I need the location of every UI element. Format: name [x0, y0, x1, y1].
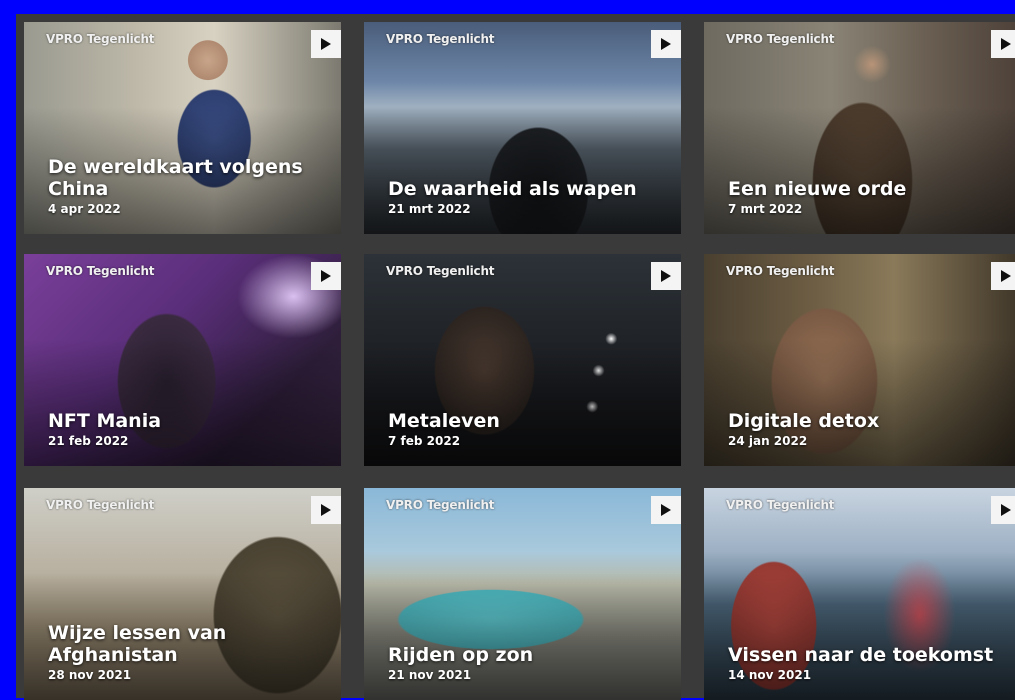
play-button[interactable]: [991, 262, 1015, 290]
video-title: De wereldkaart volgens China: [48, 156, 303, 200]
play-icon: [661, 270, 671, 282]
card-text: De waarheid als wapen 21 mrt 2022: [388, 178, 673, 216]
play-button[interactable]: [651, 30, 681, 58]
card-text: De wereldkaart volgens China 4 apr 2022: [48, 156, 333, 216]
video-title: Metaleven: [388, 410, 500, 432]
brand-label: VPRO Tegenlicht: [46, 498, 155, 512]
video-title: Wijze lessen van Afghanistan: [48, 622, 227, 666]
brand-label: VPRO Tegenlicht: [46, 264, 155, 278]
play-button[interactable]: [991, 30, 1015, 58]
video-date: 21 nov 2021: [388, 668, 472, 682]
video-date: 28 nov 2021: [48, 668, 132, 682]
video-date: 7 mrt 2022: [728, 202, 803, 216]
video-grid-frame: VPRO Tegenlicht De wereldkaart volgens C…: [16, 14, 1015, 700]
play-button[interactable]: [311, 262, 341, 290]
play-icon: [1001, 38, 1011, 50]
play-icon: [661, 504, 671, 516]
brand-label: VPRO Tegenlicht: [46, 32, 155, 46]
video-title: Vissen naar de toekomst: [728, 644, 994, 666]
play-icon: [1001, 270, 1011, 282]
card-text: Vissen naar de toekomst 14 nov 2021: [728, 644, 1013, 682]
play-icon: [321, 270, 331, 282]
play-button[interactable]: [991, 496, 1015, 524]
video-card[interactable]: VPRO Tegenlicht Digitale detox 24 jan 20…: [704, 254, 1015, 466]
brand-label: VPRO Tegenlicht: [386, 498, 495, 512]
play-button[interactable]: [311, 30, 341, 58]
play-button[interactable]: [311, 496, 341, 524]
brand-label: VPRO Tegenlicht: [386, 32, 495, 46]
brand-label: VPRO Tegenlicht: [726, 264, 835, 278]
play-icon: [661, 38, 671, 50]
play-button[interactable]: [651, 262, 681, 290]
video-card[interactable]: VPRO Tegenlicht Een nieuwe orde 7 mrt 20…: [704, 22, 1015, 234]
video-date: 21 feb 2022: [48, 434, 129, 448]
card-text: Een nieuwe orde 7 mrt 2022: [728, 178, 1013, 216]
video-card[interactable]: VPRO Tegenlicht Metaleven 7 feb 2022: [364, 254, 681, 466]
video-title: Rijden op zon: [388, 644, 534, 666]
play-icon: [1001, 504, 1011, 516]
video-card[interactable]: VPRO Tegenlicht Vissen naar de toekomst …: [704, 488, 1015, 700]
video-card[interactable]: VPRO Tegenlicht De waarheid als wapen 21…: [364, 22, 681, 234]
video-title: Digitale detox: [728, 410, 880, 432]
card-text: NFT Mania 21 feb 2022: [48, 410, 333, 448]
video-card[interactable]: VPRO Tegenlicht De wereldkaart volgens C…: [24, 22, 341, 234]
video-date: 7 feb 2022: [388, 434, 461, 448]
card-text: Rijden op zon 21 nov 2021: [388, 644, 673, 682]
brand-label: VPRO Tegenlicht: [386, 264, 495, 278]
play-icon: [321, 38, 331, 50]
video-grid: VPRO Tegenlicht De wereldkaart volgens C…: [16, 14, 1015, 700]
brand-label: VPRO Tegenlicht: [726, 498, 835, 512]
video-date: 4 apr 2022: [48, 202, 121, 216]
play-icon: [321, 504, 331, 516]
video-title: Een nieuwe orde: [728, 178, 907, 200]
video-card[interactable]: VPRO Tegenlicht NFT Mania 21 feb 2022: [24, 254, 341, 466]
video-card[interactable]: VPRO Tegenlicht Wijze lessen van Afghani…: [24, 488, 341, 700]
video-date: 14 nov 2021: [728, 668, 812, 682]
video-title: De waarheid als wapen: [388, 178, 637, 200]
brand-label: VPRO Tegenlicht: [726, 32, 835, 46]
video-date: 21 mrt 2022: [388, 202, 471, 216]
video-title: NFT Mania: [48, 410, 162, 432]
card-text: Metaleven 7 feb 2022: [388, 410, 673, 448]
card-text: Digitale detox 24 jan 2022: [728, 410, 1013, 448]
play-button[interactable]: [651, 496, 681, 524]
card-text: Wijze lessen van Afghanistan 28 nov 2021: [48, 622, 333, 682]
video-card[interactable]: VPRO Tegenlicht Rijden op zon 21 nov 202…: [364, 488, 681, 700]
video-date: 24 jan 2022: [728, 434, 808, 448]
